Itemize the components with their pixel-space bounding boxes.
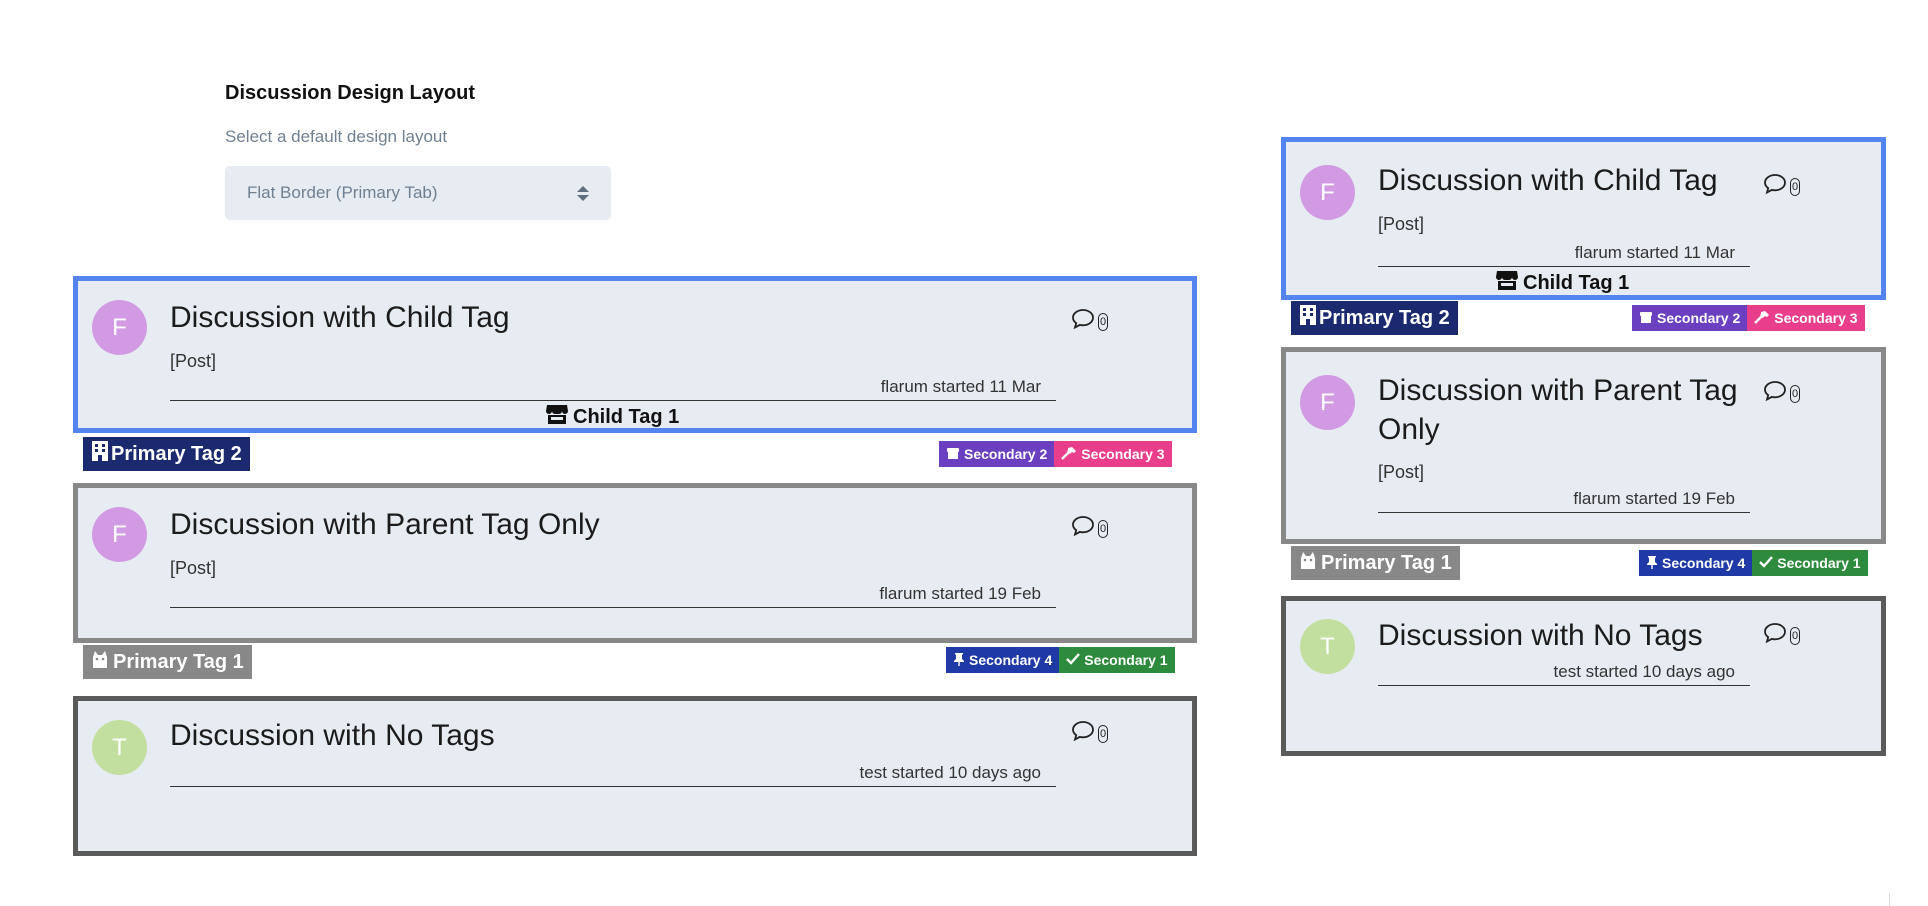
avatar[interactable]: F <box>92 300 147 355</box>
building-icon <box>91 440 109 468</box>
discussion-title[interactable]: Discussion with No Tags <box>170 716 495 755</box>
secondary-tag-3[interactable]: Secondary 3 <box>1054 441 1172 467</box>
discussion-title-line-1[interactable]: Discussion with Parent Tag <box>1378 371 1738 410</box>
design-layout-select[interactable]: Flat Border (Primary Tab) <box>225 166 611 220</box>
primary-tag-label: Primary Tag 2 <box>1319 306 1450 329</box>
discussion-excerpt: [Post] <box>170 351 217 371</box>
secondary-tags: Secondary 4 Secondary 1 <box>1639 550 1868 576</box>
comment-icon <box>1071 515 1095 542</box>
store-icon <box>1495 269 1519 297</box>
secondary-tag-label: Secondary 3 <box>1081 446 1165 462</box>
discussion-title[interactable]: Discussion with No Tags <box>1378 616 1703 655</box>
secondary-tag-label: Secondary 3 <box>1774 310 1858 326</box>
avatar[interactable]: T <box>1300 619 1355 674</box>
discussion-excerpt: [Post] <box>1378 214 1425 234</box>
reply-count[interactable]: 0 <box>1763 380 1800 407</box>
secondary-tag-1[interactable]: Secondary 1 <box>1752 550 1868 576</box>
discussion-meta: test started 10 days ago <box>1378 660 1750 686</box>
discussion-title-line-2[interactable]: Only <box>1378 410 1440 449</box>
secondary-tags: Secondary 2 Secondary 3 <box>939 441 1172 467</box>
comment-icon <box>1071 308 1095 335</box>
discussion-excerpt: [Post] <box>170 558 217 578</box>
discussion-title[interactable]: Discussion with Child Tag <box>1378 161 1718 200</box>
dumpster-icon <box>1639 310 1653 327</box>
primary-tag-1[interactable]: Primary Tag 1 <box>83 645 252 679</box>
discussion-meta: flarum started 19 Feb <box>170 582 1056 608</box>
check-icon <box>1066 652 1081 669</box>
secondary-tag-4[interactable]: Secondary 4 <box>1639 550 1753 576</box>
cat-icon <box>91 648 111 676</box>
comment-icon <box>1763 173 1787 200</box>
reply-count-value: 0 <box>1790 626 1800 645</box>
secondary-tag-1[interactable]: Secondary 1 <box>1059 647 1175 673</box>
scrollbar-edge <box>1889 893 1890 906</box>
discussion-card-child-tag[interactable]: F Discussion with Child Tag [Post] flaru… <box>73 276 1197 433</box>
reply-count[interactable]: 0 <box>1071 515 1108 542</box>
secondary-tag-3[interactable]: Secondary 3 <box>1747 305 1865 331</box>
cat-icon <box>1299 549 1319 577</box>
secondary-tag-label: Secondary 4 <box>1662 555 1746 571</box>
child-tag-label: Child Tag 1 <box>573 405 680 428</box>
secondary-tag-4[interactable]: Secondary 4 <box>946 647 1060 673</box>
design-layout-select-value: Flat Border (Primary Tab) <box>247 183 438 202</box>
check-icon <box>1759 555 1774 572</box>
discussion-card-no-tags-compact[interactable]: T Discussion with No Tags test started 1… <box>1281 596 1886 756</box>
discussion-card-parent-tag-compact[interactable]: F Discussion with Parent Tag Only [Post]… <box>1281 347 1886 544</box>
avatar[interactable]: F <box>1300 165 1355 220</box>
setting-heading: Discussion Design Layout <box>225 82 476 104</box>
store-icon <box>545 403 569 431</box>
discussion-card-no-tags[interactable]: T Discussion with No Tags test started 1… <box>73 696 1197 856</box>
child-tag[interactable]: Child Tag 1 <box>1495 269 1629 297</box>
secondary-tag-2[interactable]: Secondary 2 <box>939 441 1055 467</box>
select-arrows-icon <box>577 185 589 201</box>
primary-tag-2[interactable]: Primary Tag 2 <box>83 437 250 471</box>
secondary-tags: Secondary 4 Secondary 1 <box>946 647 1175 673</box>
reply-count[interactable]: 0 <box>1071 720 1108 747</box>
discussion-meta: test started 10 days ago <box>170 761 1056 787</box>
primary-tag-label: Primary Tag 1 <box>1321 551 1452 574</box>
reply-count-value: 0 <box>1098 519 1108 538</box>
secondary-tag-label: Secondary 1 <box>1084 652 1168 668</box>
primary-tag-label: Primary Tag 1 <box>113 650 244 673</box>
discussion-meta: flarum started 11 Mar <box>1378 241 1750 267</box>
reply-count[interactable]: 0 <box>1763 622 1800 649</box>
building-icon <box>1299 304 1317 332</box>
discussion-title[interactable]: Discussion with Parent Tag Only <box>170 505 600 544</box>
child-tag[interactable]: Child Tag 1 <box>545 403 679 431</box>
primary-tag-2[interactable]: Primary Tag 2 <box>1291 301 1458 335</box>
secondary-tag-label: Secondary 4 <box>969 652 1053 668</box>
reply-count-value: 0 <box>1790 384 1800 403</box>
reply-count-value: 0 <box>1790 177 1800 196</box>
reply-count[interactable]: 0 <box>1763 173 1800 200</box>
secondary-tag-2[interactable]: Secondary 2 <box>1632 305 1748 331</box>
setting-subheading: Select a default design layout <box>225 127 448 146</box>
secondary-tag-label: Secondary 2 <box>964 446 1048 462</box>
primary-tag-1[interactable]: Primary Tag 1 <box>1291 546 1460 580</box>
reply-count-value: 0 <box>1098 312 1108 331</box>
comment-icon <box>1763 380 1787 407</box>
child-tag-label: Child Tag 1 <box>1523 271 1630 294</box>
secondary-tag-label: Secondary 2 <box>1657 310 1741 326</box>
reply-count[interactable]: 0 <box>1071 308 1108 335</box>
secondary-tags: Secondary 2 Secondary 3 <box>1632 305 1865 331</box>
discussion-meta: flarum started 11 Mar <box>170 375 1056 401</box>
discussion-excerpt: [Post] <box>1378 462 1425 482</box>
comment-icon <box>1763 622 1787 649</box>
discussion-card-child-tag-compact[interactable]: F Discussion with Child Tag [Post] flaru… <box>1281 137 1886 300</box>
primary-tag-label: Primary Tag 2 <box>111 442 242 465</box>
dumpster-icon <box>946 446 960 463</box>
avatar[interactable]: F <box>92 507 147 562</box>
thumbtack-icon <box>953 652 965 669</box>
discussion-card-parent-tag[interactable]: F Discussion with Parent Tag Only [Post]… <box>73 483 1197 643</box>
reply-count-value: 0 <box>1098 724 1108 743</box>
discussion-title[interactable]: Discussion with Child Tag <box>170 298 510 337</box>
thumbtack-icon <box>1646 555 1658 572</box>
hammer-icon <box>1754 310 1770 327</box>
avatar[interactable]: F <box>1300 375 1355 430</box>
discussion-meta: flarum started 19 Feb <box>1378 487 1750 513</box>
comment-icon <box>1071 720 1095 747</box>
hammer-icon <box>1061 446 1077 463</box>
secondary-tag-label: Secondary 1 <box>1777 555 1861 571</box>
avatar[interactable]: T <box>92 720 147 775</box>
